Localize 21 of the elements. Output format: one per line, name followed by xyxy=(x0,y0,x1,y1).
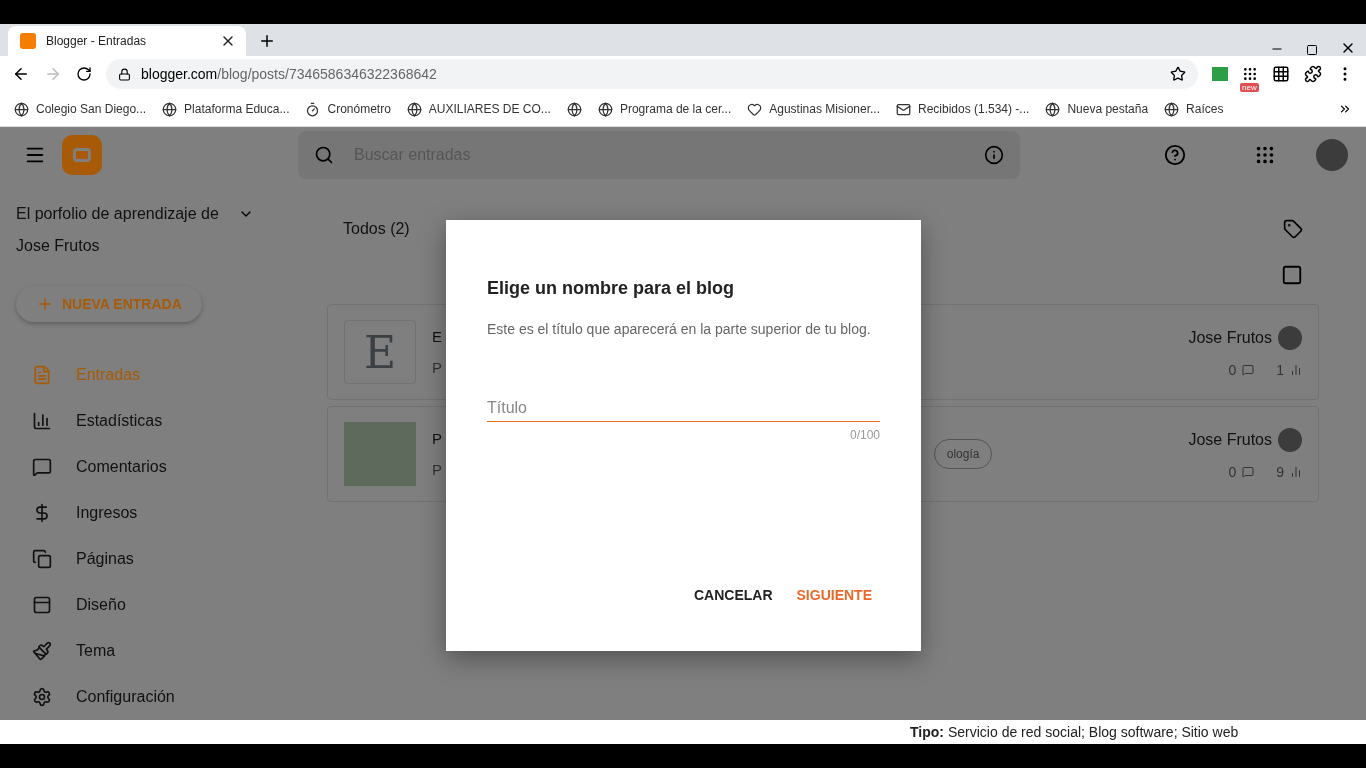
author-name: Jose Frutos xyxy=(1188,329,1272,347)
post-title: E xyxy=(432,328,442,345)
field-value: Servicio de red social; Blog software; Sitio web xyxy=(947,724,1239,740)
view-count: 9 xyxy=(1276,464,1284,480)
tab-title: Blogger - Entradas xyxy=(46,34,147,48)
view-count: 1 xyxy=(1276,362,1284,378)
author-name: Jose Frutos xyxy=(1188,431,1272,449)
post-thumbnail: E xyxy=(344,320,416,384)
dialog-description: Este es el título que aparecerá en la parte superior de tu blog. xyxy=(487,321,872,337)
post-status: P xyxy=(432,461,442,478)
post-title: P xyxy=(432,430,442,447)
char-counter: 0/100 xyxy=(849,428,880,442)
url-path: /blog/posts/7346586346322368642 xyxy=(217,66,437,82)
post-status: P xyxy=(432,359,442,376)
comment-count: 0 xyxy=(1228,464,1237,480)
field-label: Tipo: xyxy=(910,724,944,740)
blog-title: El porfolio de aprendizaje de Jose Frutos xyxy=(16,204,220,256)
new-badge: new xyxy=(1240,83,1259,92)
url-host: blogger.com xyxy=(141,66,218,82)
comment-count: 0 xyxy=(1228,362,1237,378)
dialog-title: Elige un nombre para el blog xyxy=(487,278,736,299)
